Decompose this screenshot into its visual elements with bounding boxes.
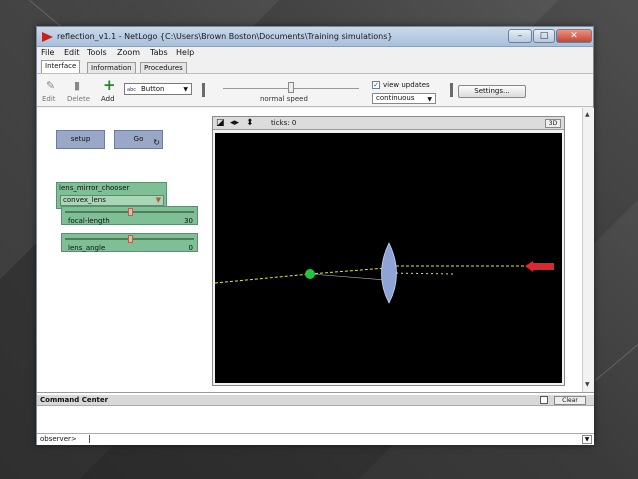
edit-button[interactable]: Edit [42, 95, 56, 103]
button-widget-icon: abc [127, 87, 136, 93]
incident-ray [214, 273, 311, 284]
world-canvas[interactable] [214, 133, 562, 383]
title-bar[interactable]: reflection_v1.1 - NetLogo {C:\Users\Brow… [37, 27, 593, 47]
separator [202, 83, 205, 97]
view-updates-checkbox[interactable]: ✓ [372, 81, 380, 89]
speed-slider-thumb[interactable] [288, 82, 294, 93]
chevron-down-icon: ▼ [183, 86, 188, 93]
tab-bar: Interface Information Procedures [37, 60, 593, 73]
chevron-down-icon: ▼ [155, 196, 161, 204]
widget-type-select[interactable]: abc Button ▼ [124, 83, 192, 95]
forever-icon: ↻ [153, 138, 160, 147]
go-button-label: Go [133, 135, 144, 143]
view-header: ◪ ◂▸ ⬍ ticks: 0 3D [213, 117, 564, 130]
lens-angle-slider[interactable]: lens_angle 0 [61, 233, 198, 252]
vertical-arrows-icon[interactable]: ⬍ [246, 118, 254, 128]
scroll-down-icon[interactable]: ▼ [585, 381, 590, 388]
pencil-icon[interactable]: ✎ [46, 79, 55, 92]
toolbar: ✎ Edit ▮ Delete + Add abc Button ▼ norma… [37, 73, 593, 107]
lens-mirror-chooser[interactable]: lens_mirror_chooser convex_lens ▼ [56, 182, 167, 209]
netlogo-app-icon [42, 32, 53, 42]
scroll-up-icon[interactable]: ▲ [585, 111, 590, 118]
slider-thumb[interactable] [128, 208, 134, 216]
window-title: reflection_v1.1 - NetLogo {C:\Users\Brow… [57, 32, 393, 41]
horizontal-arrows-icon[interactable]: ◂▸ [230, 118, 239, 128]
command-center: Command Center Clear observer> ▼ [37, 392, 594, 445]
chevron-down-icon: ▼ [427, 96, 432, 103]
command-input-row: observer> ▼ [37, 433, 594, 444]
menu-edit[interactable]: Edit [64, 48, 80, 57]
expand-icon[interactable] [540, 396, 548, 404]
command-input[interactable] [89, 435, 571, 443]
view-updates-label: view updates [383, 81, 430, 89]
command-center-title: Command Center [40, 396, 109, 404]
slider-value: 0 [188, 244, 193, 252]
update-mode-select[interactable]: continuous ▼ [372, 93, 436, 104]
separator [450, 83, 453, 97]
observer-prompt[interactable]: observer> [40, 435, 77, 443]
chooser-value[interactable]: convex_lens ▼ [60, 195, 164, 206]
focal-length-slider[interactable]: focal-length 30 [61, 206, 198, 225]
speed-label: normal speed [260, 95, 308, 103]
vertical-scrollbar[interactable]: ▲ ▼ [582, 108, 594, 392]
netlogo-window: reflection_v1.1 - NetLogo {C:\Users\Brow… [36, 26, 594, 445]
trash-icon[interactable]: ▮ [74, 79, 80, 92]
menu-tabs[interactable]: Tabs [150, 48, 168, 57]
convex-lens [381, 242, 397, 304]
view-resize-icon[interactable]: ◪ [216, 118, 225, 128]
command-center-header: Command Center Clear [37, 395, 594, 406]
light-source [305, 269, 315, 279]
maximize-button[interactable]: □ [533, 29, 555, 43]
update-mode-value: continuous [376, 94, 415, 102]
minimize-button[interactable]: – [508, 29, 532, 43]
world-view: ◪ ◂▸ ⬍ ticks: 0 3D [212, 116, 565, 386]
close-button[interactable]: ✕ [556, 29, 592, 43]
simulation-scene [214, 242, 554, 304]
history-dropdown[interactable]: ▼ [582, 435, 592, 444]
slider-label: lens_angle [68, 244, 106, 252]
menu-tools[interactable]: Tools [87, 48, 107, 57]
slider-thumb[interactable] [128, 235, 134, 243]
setup-button-label: setup [70, 135, 91, 143]
add-button[interactable]: Add [101, 95, 115, 103]
menu-help[interactable]: Help [176, 48, 194, 57]
menu-zoom[interactable]: Zoom [117, 48, 140, 57]
add-icon[interactable]: + [103, 76, 116, 94]
ray-to-lens [309, 267, 387, 275]
object-arrow [525, 261, 554, 272]
clear-button[interactable]: Clear [554, 396, 586, 405]
3d-view-button[interactable]: 3D [545, 119, 561, 128]
principal-ray [310, 273, 387, 281]
setup-button[interactable]: setup [56, 130, 105, 149]
menu-bar: File Edit Tools Zoom Tabs Help [37, 47, 593, 59]
menu-file[interactable]: File [41, 48, 54, 57]
tab-information[interactable]: Information [87, 62, 136, 73]
slider-value: 30 [184, 217, 193, 225]
ticks-counter: ticks: 0 [271, 119, 297, 127]
tab-procedures[interactable]: Procedures [140, 62, 187, 73]
widget-type-value: Button [141, 85, 165, 93]
chooser-label: lens_mirror_chooser [59, 184, 130, 192]
settings-button[interactable]: Settings... [458, 85, 526, 98]
chooser-selected: convex_lens [63, 196, 106, 204]
slider-label: focal-length [68, 217, 110, 225]
go-button[interactable]: Go ↻ [114, 130, 163, 149]
tab-interface[interactable]: Interface [41, 60, 81, 73]
delete-button[interactable]: Delete [67, 95, 90, 103]
